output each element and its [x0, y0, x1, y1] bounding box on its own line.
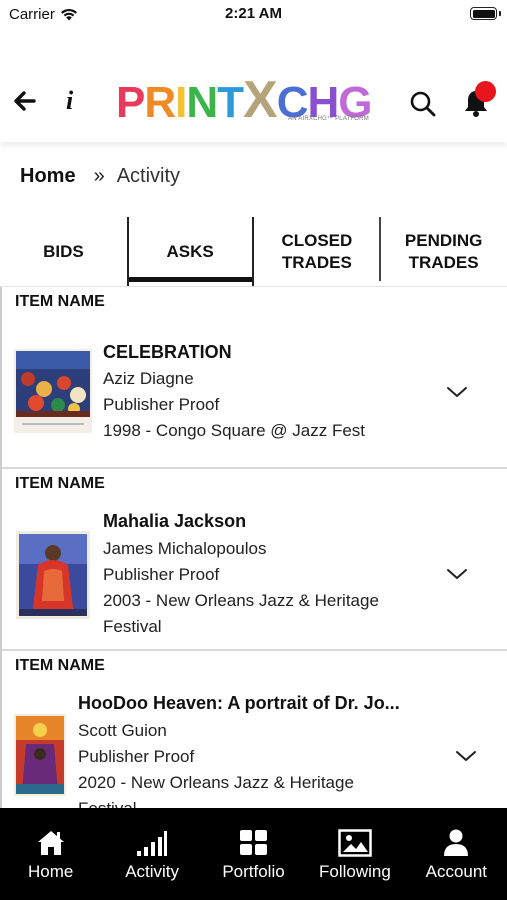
- item-edition: Publisher Proof: [78, 747, 195, 766]
- search-icon[interactable]: [409, 90, 437, 118]
- breadcrumb: Home » Activity: [20, 165, 180, 188]
- notification-badge: [475, 81, 496, 102]
- chevron-down-icon[interactable]: [455, 749, 477, 763]
- back-arrow-icon[interactable]: [12, 88, 38, 114]
- tab-bids-label: BIDS: [43, 241, 84, 261]
- artwork-thumbnail[interactable]: [14, 349, 92, 433]
- item-title: HooDoo Heaven: A portrait of Dr. Jo...: [78, 693, 400, 713]
- nav-account[interactable]: Account: [406, 808, 507, 900]
- tab-closed-trades[interactable]: CLOSED TRADES: [254, 217, 381, 286]
- chevron-down-icon[interactable]: [446, 567, 468, 581]
- tab-pending-trades[interactable]: PENDING TRADES: [380, 217, 507, 286]
- activity-bars-icon: [137, 831, 168, 856]
- item-event-cont: Festival: [78, 799, 137, 808]
- item-artist: Aziz Diagne: [103, 369, 194, 388]
- tab-pending-trades-label: PENDING TRADES: [404, 230, 483, 272]
- app-header: i PRINTXCHG AN AIRXCHG™ PLATFORM: [0, 60, 507, 142]
- status-bar: Carrier 2:21 AM: [0, 0, 507, 30]
- artwork-thumbnail[interactable]: [16, 531, 90, 619]
- nav-home-label: Home: [28, 862, 74, 881]
- item-edition: Publisher Proof: [103, 395, 220, 414]
- item-title: CELEBRATION: [103, 342, 232, 362]
- item-event-cont: Festival: [103, 617, 162, 636]
- logo-part1: PRINT: [116, 78, 244, 127]
- nav-portfolio[interactable]: Portfolio: [203, 808, 304, 900]
- item-event: 2020 - New Orleans Jazz & Heritage: [78, 773, 354, 792]
- breadcrumb-current: Activity: [116, 165, 181, 187]
- nav-activity-label: Activity: [125, 862, 180, 881]
- item-name-header: ITEM NAME: [15, 657, 105, 674]
- tab-bids[interactable]: BIDS: [0, 217, 127, 286]
- chevron-down-icon[interactable]: [446, 385, 468, 399]
- item-artist: James Michalopoulos: [103, 539, 267, 558]
- item-event: 1998 - Congo Square @ Jazz Fest: [103, 421, 366, 440]
- item-name-header: ITEM NAME: [15, 475, 105, 492]
- list-item[interactable]: ITEM NAME Mahalia Jackson James Michalop…: [2, 469, 507, 651]
- breadcrumb-home[interactable]: Home: [20, 165, 76, 188]
- logo-subtitle: AN AIRXCHG™ PLATFORM: [288, 116, 369, 122]
- image-icon: [338, 829, 372, 857]
- bottom-nav: Home Activity Portfolio Following Accoun…: [0, 808, 507, 900]
- tab-divider: [379, 217, 381, 281]
- tab-closed-trades-label: CLOSED TRADES: [281, 230, 353, 272]
- nav-activity[interactable]: Activity: [101, 808, 202, 900]
- info-icon[interactable]: i: [66, 86, 73, 116]
- nav-following-label: Following: [319, 862, 391, 881]
- asks-list: ITEM NAME CELEBRATION Aziz Diagne Publis…: [0, 287, 507, 808]
- list-item[interactable]: ITEM NAME HooDoo Heaven: A portrait of D…: [2, 651, 507, 808]
- nav-portfolio-label: Portfolio: [222, 862, 285, 881]
- home-icon: [37, 831, 64, 855]
- artwork-thumbnail[interactable]: [14, 714, 66, 796]
- tab-asks[interactable]: ASKS: [126, 217, 254, 286]
- item-title: Mahalia Jackson: [103, 511, 247, 531]
- nav-home[interactable]: Home: [0, 808, 101, 900]
- list-item[interactable]: ITEM NAME CELEBRATION Aziz Diagne Publis…: [2, 287, 507, 469]
- item-edition: Publisher Proof: [103, 565, 220, 584]
- tab-asks-label: ASKS: [166, 241, 214, 261]
- grid-icon: [239, 830, 267, 855]
- breadcrumb-separator: »: [93, 165, 105, 187]
- item-artist: Scott Guion: [78, 721, 167, 740]
- battery-icon: [470, 7, 497, 20]
- nav-following[interactable]: Following: [304, 808, 405, 900]
- activity-tabs: BIDS ASKS CLOSED TRADES PENDING TRADES: [0, 217, 507, 287]
- item-event: 2003 - New Orleans Jazz & Heritage: [103, 591, 379, 610]
- battery-cap: [499, 11, 501, 16]
- nav-account-label: Account: [425, 862, 488, 881]
- item-name-header: ITEM NAME: [15, 293, 105, 310]
- logo-part2: X: [243, 71, 278, 129]
- user-icon: [444, 829, 469, 856]
- status-time: 2:21 AM: [225, 5, 282, 22]
- printxchg-logo: PRINTXCHG AN AIRXCHG™ PLATFORM: [116, 70, 373, 130]
